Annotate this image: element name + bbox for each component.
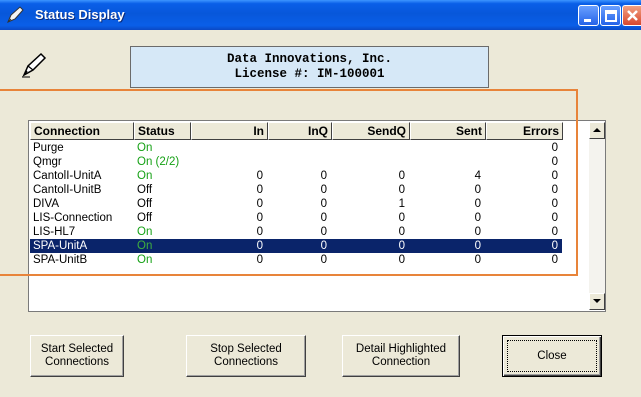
maximize-icon — [605, 10, 617, 22]
column-header-status[interactable]: Status — [134, 122, 191, 140]
cell-sent: 0 — [474, 226, 481, 238]
cell-in — [191, 141, 263, 155]
cell-in: 0 — [256, 254, 263, 266]
start-selected-connections-button[interactable]: Start Selected Connections — [30, 335, 124, 377]
cell-connection: SPA-UnitB — [33, 254, 88, 266]
column-header-sent[interactable]: Sent — [410, 122, 486, 140]
cell-inq: 0 — [320, 198, 327, 210]
cell-connection: Purge — [33, 142, 64, 154]
cell-errors: 0 — [551, 156, 558, 168]
cell-errors: 0 — [551, 240, 558, 252]
table-row[interactable]: Purge On 0 — [30, 141, 562, 155]
cell-in: 0 — [256, 240, 263, 252]
cell-sendq: 0 — [398, 212, 405, 224]
window-title: Status Display — [35, 7, 125, 22]
start-button-label: Start Selected Connections — [40, 343, 114, 368]
cell-errors: 0 — [551, 198, 558, 210]
stop-button-label: Stop Selected Connections — [210, 343, 282, 368]
cell-in: 0 — [256, 226, 263, 238]
cell-errors: 0 — [551, 212, 558, 224]
cell-errors: 0 — [551, 254, 558, 266]
cell-inq — [268, 155, 327, 169]
table-row[interactable]: LIS-Connection Off 0 0 0 0 0 — [30, 211, 562, 225]
cell-sendq: 0 — [398, 254, 405, 266]
minimize-button[interactable] — [578, 5, 599, 26]
minimize-icon — [584, 19, 591, 22]
table-row[interactable]: CantolI-UnitB Off 0 0 0 0 0 — [30, 183, 562, 197]
cell-errors: 0 — [551, 170, 558, 182]
scroll-down-button[interactable] — [589, 293, 605, 310]
cell-sent — [410, 155, 481, 169]
cell-sendq: 0 — [398, 170, 405, 182]
cell-sent: 4 — [474, 170, 481, 182]
cell-in — [191, 155, 263, 169]
table-row[interactable]: SPA-UnitA On 0 0 0 0 0 — [30, 239, 562, 253]
cell-inq: 0 — [320, 240, 327, 252]
cell-sendq — [332, 155, 405, 169]
cell-inq: 0 — [320, 212, 327, 224]
arrow-down-icon — [593, 299, 601, 303]
column-headers: Connection Status In InQ SendQ Sent Erro… — [30, 122, 590, 140]
pen-icon — [22, 52, 47, 78]
cell-inq: 0 — [320, 170, 327, 182]
maximize-button[interactable] — [600, 5, 621, 26]
close-icon — [627, 10, 638, 21]
cell-connection: LIS-HL7 — [33, 226, 76, 238]
license-banner: Data Innovations, Inc. License #: IM-100… — [130, 46, 489, 88]
title-bar[interactable]: Status Display — [0, 0, 641, 30]
cell-in: 0 — [256, 184, 263, 196]
cell-inq: 0 — [320, 254, 327, 266]
cell-in: 0 — [256, 198, 263, 210]
cell-connection: Qmgr — [33, 156, 62, 168]
cell-sent: 0 — [474, 198, 481, 210]
cell-sent: 0 — [474, 240, 481, 252]
detail-button-label: Detail Highlighted Connection — [355, 343, 447, 368]
close-window-button[interactable] — [622, 5, 641, 26]
cell-inq — [268, 141, 327, 155]
scroll-up-button[interactable] — [589, 122, 605, 139]
cell-in: 0 — [256, 212, 263, 224]
cell-errors: 0 — [551, 142, 558, 154]
cell-connection: DIVA — [33, 198, 59, 210]
detail-highlighted-connection-button[interactable]: Detail Highlighted Connection — [342, 335, 460, 377]
column-header-in[interactable]: In — [191, 122, 268, 140]
column-header-inq[interactable]: InQ — [268, 122, 332, 140]
cell-sendq: 1 — [398, 198, 405, 210]
cell-connection: CantolI-UnitA — [33, 170, 102, 182]
stop-selected-connections-button[interactable]: Stop Selected Connections — [186, 335, 306, 377]
table-row[interactable]: DIVA Off 0 0 1 0 0 — [30, 197, 562, 211]
focus-rectangle — [507, 340, 597, 372]
cell-in: 0 — [256, 170, 263, 182]
cell-sendq: 0 — [398, 184, 405, 196]
cell-inq: 0 — [320, 226, 327, 238]
column-header-connection[interactable]: Connection — [30, 122, 134, 140]
cell-sendq — [332, 141, 405, 155]
cell-sendq: 0 — [398, 240, 405, 252]
cell-connection: SPA-UnitA — [33, 240, 88, 252]
vertical-scrollbar[interactable] — [589, 122, 605, 310]
cell-sent — [410, 141, 481, 155]
cell-connection: CantolI-UnitB — [33, 184, 102, 196]
cell-connection: LIS-Connection — [33, 212, 113, 224]
cell-sent: 0 — [474, 212, 481, 224]
column-header-sendq[interactable]: SendQ — [332, 122, 410, 140]
cell-sent: 0 — [474, 254, 481, 266]
close-button[interactable]: Close — [502, 335, 602, 377]
license-number: License #: IM-100001 — [234, 67, 385, 81]
table-row[interactable]: LIS-HL7 On 0 0 0 0 0 — [30, 225, 562, 239]
cell-inq: 0 — [320, 184, 327, 196]
table-row[interactable]: Qmgr On (2/2) 0 — [30, 155, 562, 169]
table-row[interactable]: CantolI-UnitA On 0 0 0 4 0 — [30, 169, 562, 183]
company-name: Data Innovations, Inc. — [226, 52, 393, 66]
cell-sendq: 0 — [398, 226, 405, 238]
cell-sent: 0 — [474, 184, 481, 196]
pen-icon — [7, 6, 24, 23]
column-header-errors[interactable]: Errors — [486, 122, 563, 140]
window-content: Data Innovations, Inc. License #: IM-100… — [0, 30, 641, 397]
arrow-up-icon — [593, 128, 601, 132]
table-row[interactable]: SPA-UnitB On 0 0 0 0 0 — [30, 253, 562, 267]
cell-errors: 0 — [551, 226, 558, 238]
cell-errors: 0 — [551, 184, 558, 196]
connection-list[interactable]: Connection Status In InQ SendQ Sent Erro… — [28, 120, 606, 312]
